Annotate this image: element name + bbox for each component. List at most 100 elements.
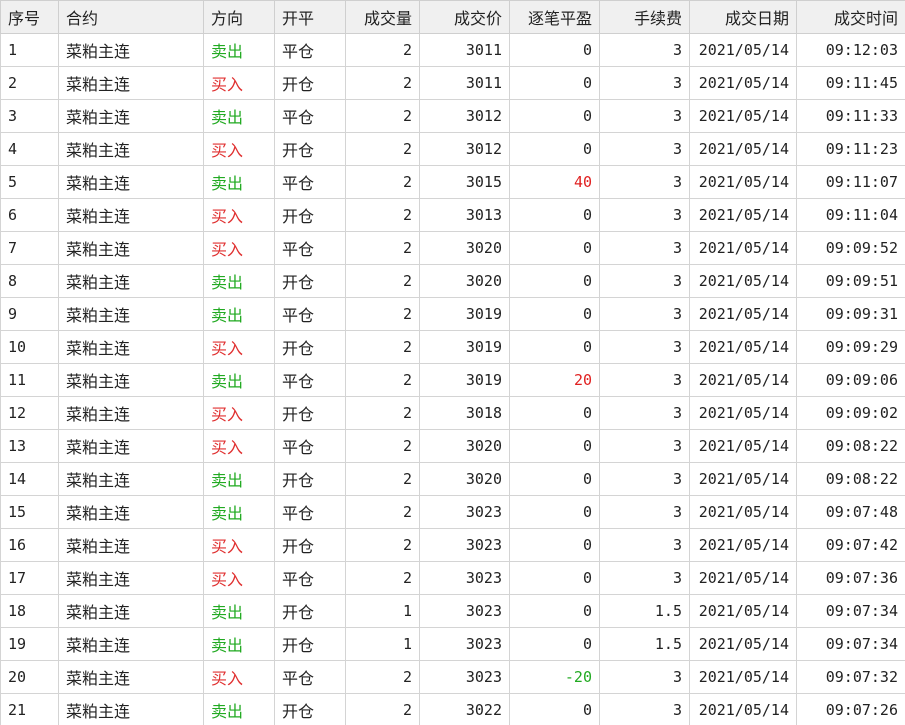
cell-price: 3012: [419, 99, 510, 133]
column-header-fee[interactable]: 手续费: [599, 0, 690, 34]
table-row[interactable]: 17 菜粕主连 买入 平仓 2 3023 0 3 2021/05/14 09:07:36: [0, 561, 905, 595]
table-row[interactable]: 4 菜粕主连 买入 开仓 2 3012 0 3 2021/05/14 09:11:23: [0, 132, 905, 166]
table-row[interactable]: 1 菜粕主连 卖出 平仓 2 3011 0 3 2021/05/14 09:12:03: [0, 33, 905, 67]
cell-pnl: 0: [509, 198, 600, 232]
table-row[interactable]: 10 菜粕主连 买入 开仓 2 3019 0 3 2021/05/14 09:09:29: [0, 330, 905, 364]
cell-pnl: 0: [509, 66, 600, 100]
cell-date: 2021/05/14: [689, 231, 797, 265]
cell-time: 09:07:48: [796, 495, 905, 529]
table-row[interactable]: 12 菜粕主连 买入 开仓 2 3018 0 3 2021/05/14 09:09:02: [0, 396, 905, 430]
cell-fee: 3: [599, 660, 690, 694]
cell-open-close: 平仓: [274, 231, 346, 265]
table-row[interactable]: 3 菜粕主连 卖出 平仓 2 3012 0 3 2021/05/14 09:11:33: [0, 99, 905, 133]
cell-fee: 3: [599, 462, 690, 496]
column-header-contract[interactable]: 合约: [58, 0, 204, 34]
cell-price: 3019: [419, 330, 510, 364]
table-row[interactable]: 14 菜粕主连 卖出 开仓 2 3020 0 3 2021/05/14 09:08:22: [0, 462, 905, 496]
cell-direction: 卖出: [203, 462, 275, 496]
table-row[interactable]: 7 菜粕主连 买入 平仓 2 3020 0 3 2021/05/14 09:09:52: [0, 231, 905, 265]
cell-volume: 1: [345, 627, 420, 661]
cell-time: 09:12:03: [796, 33, 905, 67]
cell-date: 2021/05/14: [689, 594, 797, 628]
table-row[interactable]: 16 菜粕主连 买入 开仓 2 3023 0 3 2021/05/14 09:07:42: [0, 528, 905, 562]
cell-open-close: 平仓: [274, 363, 346, 397]
cell-contract: 菜粕主连: [58, 132, 204, 166]
table-row[interactable]: 21 菜粕主连 卖出 开仓 2 3022 0 3 2021/05/14 09:07:26: [0, 693, 905, 725]
cell-direction: 卖出: [203, 165, 275, 199]
cell-contract: 菜粕主连: [58, 627, 204, 661]
cell-date: 2021/05/14: [689, 33, 797, 67]
cell-pnl: 20: [509, 363, 600, 397]
column-header-index[interactable]: 序号: [0, 0, 59, 34]
column-header-direction[interactable]: 方向: [203, 0, 275, 34]
table-row[interactable]: 8 菜粕主连 卖出 开仓 2 3020 0 3 2021/05/14 09:09:51: [0, 264, 905, 298]
header-row: 序号 合约 方向 开平 成交量 成交价 逐笔平盈 手续费 成交日期 成交时间: [0, 0, 905, 34]
cell-fee: 3: [599, 132, 690, 166]
table-row[interactable]: 15 菜粕主连 卖出 平仓 2 3023 0 3 2021/05/14 09:07:48: [0, 495, 905, 529]
cell-open-close: 开仓: [274, 462, 346, 496]
cell-volume: 2: [345, 297, 420, 331]
table-row[interactable]: 18 菜粕主连 卖出 开仓 1 3023 0 1.5 2021/05/14 09:07:34: [0, 594, 905, 628]
column-header-pnl[interactable]: 逐笔平盈: [509, 0, 600, 34]
cell-direction: 买入: [203, 660, 275, 694]
cell-pnl: -20: [509, 660, 600, 694]
cell-time: 09:07:26: [796, 693, 905, 725]
cell-date: 2021/05/14: [689, 396, 797, 430]
cell-fee: 3: [599, 231, 690, 265]
column-header-open-close[interactable]: 开平: [274, 0, 346, 34]
cell-open-close: 平仓: [274, 660, 346, 694]
cell-contract: 菜粕主连: [58, 594, 204, 628]
cell-date: 2021/05/14: [689, 429, 797, 463]
cell-direction: 卖出: [203, 627, 275, 661]
cell-fee: 3: [599, 561, 690, 595]
cell-open-close: 开仓: [274, 198, 346, 232]
cell-time: 09:07:32: [796, 660, 905, 694]
cell-pnl: 0: [509, 264, 600, 298]
cell-direction: 买入: [203, 198, 275, 232]
cell-open-close: 平仓: [274, 495, 346, 529]
cell-time: 09:11:04: [796, 198, 905, 232]
column-header-volume[interactable]: 成交量: [345, 0, 420, 34]
table-row[interactable]: 20 菜粕主连 买入 平仓 2 3023 -20 3 2021/05/14 09:07:32: [0, 660, 905, 694]
cell-volume: 2: [345, 396, 420, 430]
table-row[interactable]: 19 菜粕主连 卖出 开仓 1 3023 0 1.5 2021/05/14 09:07:34: [0, 627, 905, 661]
table-row[interactable]: 6 菜粕主连 买入 开仓 2 3013 0 3 2021/05/14 09:11:04: [0, 198, 905, 232]
cell-index: 1: [0, 33, 59, 67]
table-row[interactable]: 5 菜粕主连 卖出 平仓 2 3015 40 3 2021/05/14 09:11:07: [0, 165, 905, 199]
table-row[interactable]: 9 菜粕主连 卖出 平仓 2 3019 0 3 2021/05/14 09:09:31: [0, 297, 905, 331]
cell-time: 09:11:45: [796, 66, 905, 100]
cell-price: 3012: [419, 132, 510, 166]
cell-time: 09:08:22: [796, 462, 905, 496]
cell-fee: 3: [599, 693, 690, 725]
cell-date: 2021/05/14: [689, 495, 797, 529]
cell-time: 09:07:34: [796, 627, 905, 661]
cell-price: 3020: [419, 429, 510, 463]
column-header-time[interactable]: 成交时间: [796, 0, 905, 34]
cell-open-close: 平仓: [274, 429, 346, 463]
column-header-price[interactable]: 成交价: [419, 0, 510, 34]
cell-direction: 卖出: [203, 363, 275, 397]
cell-contract: 菜粕主连: [58, 495, 204, 529]
table-row[interactable]: 11 菜粕主连 卖出 平仓 2 3019 20 3 2021/05/14 09:09:06: [0, 363, 905, 397]
cell-open-close: 平仓: [274, 99, 346, 133]
cell-volume: 2: [345, 264, 420, 298]
cell-pnl: 0: [509, 594, 600, 628]
cell-direction: 卖出: [203, 297, 275, 331]
cell-date: 2021/05/14: [689, 330, 797, 364]
cell-fee: 1.5: [599, 594, 690, 628]
cell-pnl: 0: [509, 495, 600, 529]
table-row[interactable]: 13 菜粕主连 买入 平仓 2 3020 0 3 2021/05/14 09:08:22: [0, 429, 905, 463]
cell-price: 3015: [419, 165, 510, 199]
cell-open-close: 开仓: [274, 132, 346, 166]
cell-fee: 3: [599, 330, 690, 364]
column-header-date[interactable]: 成交日期: [689, 0, 797, 34]
cell-pnl: 0: [509, 462, 600, 496]
cell-open-close: 开仓: [274, 627, 346, 661]
table-row[interactable]: 2 菜粕主连 买入 开仓 2 3011 0 3 2021/05/14 09:11:45: [0, 66, 905, 100]
cell-index: 7: [0, 231, 59, 265]
cell-fee: 3: [599, 429, 690, 463]
cell-index: 20: [0, 660, 59, 694]
cell-pnl: 0: [509, 561, 600, 595]
cell-fee: 3: [599, 495, 690, 529]
cell-direction: 买入: [203, 330, 275, 364]
